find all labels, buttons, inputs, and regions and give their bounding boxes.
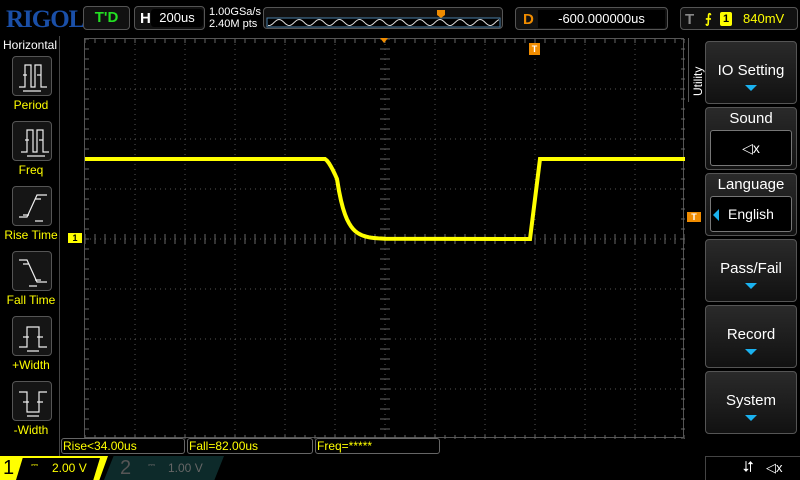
panel-title: Horizontal (2, 38, 58, 52)
trigger-source: 1 (720, 12, 732, 26)
ch2-number: 2 (120, 457, 132, 479)
waveform-canvas (84, 38, 686, 440)
trigger-level: 840mV (743, 11, 785, 26)
trigger-level-marker[interactable]: T (687, 212, 701, 222)
overview-waveform (266, 10, 501, 28)
memory-depth: 2.40M pts (209, 18, 258, 30)
rise-time-icon (19, 194, 47, 222)
measure-label: Rise Time (4, 228, 58, 242)
timebase-value: 200us (151, 9, 203, 27)
fall-time-icon (19, 259, 47, 287)
measurement-rise[interactable]: Rise<34.00us (61, 438, 185, 454)
center-marker (380, 38, 388, 43)
ch1-number: 1 (3, 457, 15, 479)
waveform-display (84, 38, 686, 440)
menu-record-button[interactable]: Record (705, 305, 797, 368)
delay-box[interactable]: D -600.000000us (515, 7, 668, 30)
measure-label: -Width (13, 423, 49, 437)
sample-rate: 1.00GSa/s (209, 6, 261, 18)
ch1-status[interactable]: 1 ⎓ 2.00 V (0, 456, 108, 480)
measure-rise-time-button[interactable] (12, 186, 52, 226)
measure-label: Fall Time (6, 293, 56, 307)
speaker-muted-icon: ◁x (710, 130, 792, 166)
submenu-arrow-icon (745, 349, 757, 355)
menu-language-button[interactable]: Language English (705, 173, 797, 236)
menu-title-tab: Utility (688, 38, 705, 102)
menu-label: Language (717, 176, 785, 193)
rigol-logo: RIGOL (6, 6, 85, 33)
menu-label: Pass/Fail (720, 260, 782, 277)
measure--width-button[interactable] (12, 316, 52, 356)
menu-sound-button[interactable]: Sound ◁x (705, 107, 797, 170)
menu-pass-fail-button[interactable]: Pass/Fail (705, 239, 797, 302)
measure-period-button[interactable] (12, 56, 52, 96)
menu-title: Utility (691, 66, 705, 96)
horizontal-key: H (140, 10, 151, 27)
ch1-scale: 2.00 V (52, 461, 87, 475)
ch2-status[interactable]: 2 ⎓ 1.00 V (104, 456, 224, 480)
menu-system-button[interactable]: System (705, 371, 797, 434)
trigger-box[interactable]: T ⨍ 1 840mV (680, 7, 798, 30)
ch1-ground-marker[interactable]: 1 (68, 233, 82, 243)
menu-io-setting-button[interactable]: IO Setting (705, 41, 797, 104)
speaker-muted-icon[interactable]: ◁x (766, 460, 783, 476)
submenu-arrow-icon (745, 283, 757, 289)
timebase-box[interactable]: H 200us (134, 6, 205, 30)
submenu-arrow-icon (745, 415, 757, 421)
measurement-freq[interactable]: Freq=***** (315, 438, 440, 454)
negative-width-icon (19, 391, 47, 417)
measure--width-button[interactable] (12, 381, 52, 421)
status-tray: ⮃ ◁x (705, 456, 800, 480)
menu-label: IO Setting (717, 62, 785, 79)
menu-value: English (710, 196, 792, 232)
trigger-key: T (685, 11, 695, 28)
rising-edge-icon: ⨍ (705, 11, 712, 26)
left-arrow-icon (713, 209, 719, 221)
ch2-scale: 1.00 V (168, 461, 203, 475)
run-status[interactable]: T'D (83, 6, 130, 30)
usb-icon: ⮃ (742, 459, 755, 476)
dc-coupling-icon: ⎓ (31, 460, 39, 470)
measure-label: +Width (12, 358, 50, 372)
dc-coupling-icon: ⎓ (148, 460, 156, 470)
menu-label: System (725, 392, 776, 409)
period-icon (19, 64, 47, 92)
measurement-fall[interactable]: Fall=82.00us (187, 438, 313, 454)
freq-icon (21, 129, 49, 157)
measure-fall-time-button[interactable] (12, 251, 52, 291)
acquisition-info: 1.00GSa/s 2.40M pts (209, 6, 261, 30)
positive-width-icon (19, 326, 47, 352)
trigger-position-icon (437, 10, 445, 18)
memory-overview (263, 7, 503, 29)
measure-label: Freq (18, 163, 44, 177)
trigger-time-marker[interactable]: T (529, 43, 540, 55)
submenu-arrow-icon (745, 85, 757, 91)
menu-label: Sound (729, 110, 773, 127)
delay-key: D (523, 11, 534, 28)
measure-label: Period (13, 98, 49, 112)
delay-value: -600.000000us (538, 10, 665, 28)
menu-label: Record (726, 326, 776, 343)
measure-freq-button[interactable] (12, 121, 52, 161)
